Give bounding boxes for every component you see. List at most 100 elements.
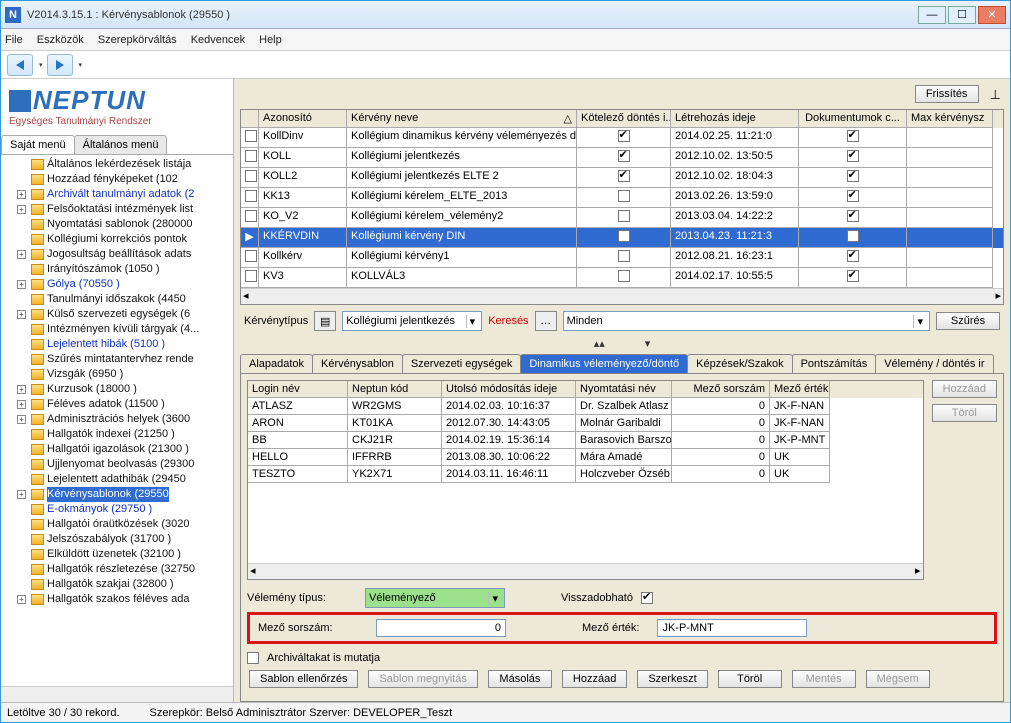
check-template-button[interactable]: Sablon ellenőrzés: [249, 670, 358, 688]
reviewers-grid[interactable]: Login név Neptun kód Utolsó módosítás id…: [247, 380, 924, 580]
tree-item[interactable]: Hozzáad fényképeket (102: [5, 172, 233, 187]
tree-item[interactable]: Általános lekérdezések listája: [5, 157, 233, 172]
back-dropdown-icon[interactable]: ▾: [39, 61, 43, 69]
tree-item[interactable]: Ujjlenyomat beolvasás (29300: [5, 457, 233, 472]
filter-button[interactable]: Szűrés: [936, 312, 1000, 330]
col-max[interactable]: Max kérvénysz: [907, 110, 993, 128]
col-printname[interactable]: Nyomtatási név: [576, 381, 672, 398]
tree-item[interactable]: Hallgatók részletezése (32750: [5, 562, 233, 577]
tab-template[interactable]: Kérvénysablon: [312, 354, 403, 373]
tree-item[interactable]: Lejelentett adathibák (29450: [5, 472, 233, 487]
expand-down-icon[interactable]: ▾: [645, 337, 651, 350]
tree-item[interactable]: Elküldött üzenetek (32100 ): [5, 547, 233, 562]
refresh-button[interactable]: Frissítés: [915, 85, 979, 103]
tree-item[interactable]: +Külső szervezeti egységek (6: [5, 307, 233, 322]
tree-item[interactable]: Intézményen kívüli tárgyak (4...: [5, 322, 233, 337]
table-row[interactable]: KollDinvKollégium dinamikus kérvény véle…: [241, 128, 1003, 148]
tab-dynamic[interactable]: Dinamikus véleményező/döntő: [520, 354, 688, 373]
panel-add-button[interactable]: Hozzáad: [932, 380, 997, 398]
add-button[interactable]: Hozzáad: [562, 670, 627, 688]
col-fieldval[interactable]: Mező érték: [770, 381, 830, 398]
browse-button[interactable]: …: [535, 311, 557, 331]
tree-item[interactable]: +Archivált tanulmányi adatok (2: [5, 187, 233, 202]
save-button[interactable]: Mentés: [792, 670, 856, 688]
tree-item[interactable]: +Adminisztrációs helyek (3600: [5, 412, 233, 427]
back-button[interactable]: [7, 54, 33, 76]
tree-item[interactable]: Jelszószabályok (31700 ): [5, 532, 233, 547]
maximize-button[interactable]: ☐: [948, 6, 976, 24]
pin-icon[interactable]: ⟂: [991, 86, 1000, 103]
tree-item[interactable]: Irányítószámok (1050 ): [5, 262, 233, 277]
col-marker[interactable]: [241, 110, 259, 128]
col-id[interactable]: Azonosító: [259, 110, 347, 128]
tree-item[interactable]: +Hallgatók szakos féléves ada: [5, 592, 233, 607]
col-fieldno[interactable]: Mező sorszám: [672, 381, 770, 398]
open-template-button[interactable]: Sablon megnyitás: [368, 670, 477, 688]
menu-role[interactable]: Szerepkörváltás: [98, 34, 177, 46]
forward-button[interactable]: [47, 54, 73, 76]
show-archived-checkbox[interactable]: [247, 652, 259, 664]
col-modified[interactable]: Utolsó módosítás ideje: [442, 381, 576, 398]
col-created[interactable]: Létrehozás ideje: [671, 110, 799, 128]
table-row[interactable]: KollkérvKollégiumi kérvény12012.08.21. 1…: [241, 248, 1003, 268]
tree-item[interactable]: Hallgatók szakjai (32800 ): [5, 577, 233, 592]
col-mandatory[interactable]: Kötelező döntés i...: [577, 110, 671, 128]
tree-item[interactable]: +Jogosultság beállítások adats: [5, 247, 233, 262]
table-row[interactable]: KV3KOLLVÁL32014.02.17. 10:55:5: [241, 268, 1003, 288]
panel-delete-button[interactable]: Töröl: [932, 404, 997, 422]
forward-dropdown-icon[interactable]: ▾: [79, 61, 83, 69]
search-button[interactable]: Keresés: [488, 315, 528, 327]
menu-tree[interactable]: Általános lekérdezések listájaHozzáad fé…: [1, 155, 233, 686]
tree-item[interactable]: Hallgatói óraütközések (3020: [5, 517, 233, 532]
cancel-button[interactable]: Mégsem: [866, 670, 930, 688]
tree-item[interactable]: +Felsőoktatási intézmények list: [5, 202, 233, 217]
table-row[interactable]: KO_V2Kollégiumi kérelem_vélemény22013.03…: [241, 208, 1003, 228]
col-name[interactable]: Kérvény neve △: [347, 110, 577, 128]
tree-item[interactable]: Kollégiumi korrekciós pontok: [5, 232, 233, 247]
copy-button[interactable]: Másolás: [488, 670, 552, 688]
tab-own-menu[interactable]: Saját menü: [1, 135, 75, 154]
tree-item[interactable]: Nyomtatási sablonok (280000: [5, 217, 233, 232]
menu-help[interactable]: Help: [259, 34, 282, 46]
filter-mode-button[interactable]: ▤: [314, 311, 336, 331]
tree-item[interactable]: +Gólya (70550 ): [5, 277, 233, 292]
tree-item[interactable]: E-okmányok (29750 ): [5, 502, 233, 517]
tree-item[interactable]: +Féléves adatok (11500 ): [5, 397, 233, 412]
tab-opinion[interactable]: Vélemény / döntés ir: [875, 354, 993, 373]
tab-scoring[interactable]: Pontszámítás: [792, 354, 877, 373]
table-row[interactable]: BBCKJ21R2014.02.19. 15:36:14Barasovich B…: [248, 432, 923, 449]
table-row[interactable]: KOLL2Kollégiumi jelentkezés ELTE 22012.1…: [241, 168, 1003, 188]
table-row[interactable]: ARONKT01KA2012.07.30. 14:43:05Molnár Gar…: [248, 415, 923, 432]
tree-item[interactable]: Lejelentett hibák (5100 ): [5, 337, 233, 352]
tree-scrollbar[interactable]: [1, 686, 233, 702]
table-row[interactable]: ▶KKÉRVDINKollégiumi kérvény DIN2013.04.2…: [241, 228, 1003, 248]
tree-item[interactable]: Hallgatói igazolások (21300 ): [5, 442, 233, 457]
close-button[interactable]: ✕: [978, 6, 1006, 24]
menu-tools[interactable]: Eszközök: [37, 34, 84, 46]
table-row[interactable]: HELLOIFFRRB2013.08.30. 10:06:22Mára Amad…: [248, 449, 923, 466]
field-no-input[interactable]: [376, 619, 506, 637]
tree-item[interactable]: Szűrés mintatantervhez rende: [5, 352, 233, 367]
delete-button[interactable]: Töröl: [718, 670, 782, 688]
templates-grid[interactable]: Azonosító Kérvény neve △ Kötelező döntés…: [240, 109, 1004, 305]
table-row[interactable]: KOLLKollégiumi jelentkezés2012.10.02. 13…: [241, 148, 1003, 168]
menu-file[interactable]: File: [5, 34, 23, 46]
tab-general-menu[interactable]: Általános menü: [74, 135, 168, 154]
filter-type-combo[interactable]: Kollégiumi jelentkezés▾: [342, 311, 482, 331]
tree-item[interactable]: Tanulmányi időszakok (4450: [5, 292, 233, 307]
opinion-type-combo[interactable]: Véleményező▾: [365, 588, 505, 608]
field-val-input[interactable]: [657, 619, 807, 637]
collapse-up-icon[interactable]: ▴▴: [594, 337, 605, 350]
col-docs[interactable]: Dokumentumok c...: [799, 110, 907, 128]
tree-item[interactable]: +Kurzusok (18000 ): [5, 382, 233, 397]
tree-item[interactable]: +Kérvénysablonok (29550: [5, 487, 233, 502]
tab-orgunits[interactable]: Szervezeti egységek: [402, 354, 522, 373]
table-row[interactable]: KK13Kollégiumi kérelem_ELTE_20132013.02.…: [241, 188, 1003, 208]
tab-programs[interactable]: Képzések/Szakok: [687, 354, 792, 373]
edit-button[interactable]: Szerkeszt: [637, 670, 707, 688]
tab-basic[interactable]: Alapadatok: [240, 354, 313, 373]
returnable-checkbox[interactable]: [641, 592, 653, 604]
table-row[interactable]: TESZTOYK2X712014.03.11. 16:46:11Holczveb…: [248, 466, 923, 483]
table-row[interactable]: ATLASZWR2GMS2014.02.03. 10:16:37Dr. Szal…: [248, 398, 923, 415]
tree-item[interactable]: Vizsgák (6950 ): [5, 367, 233, 382]
